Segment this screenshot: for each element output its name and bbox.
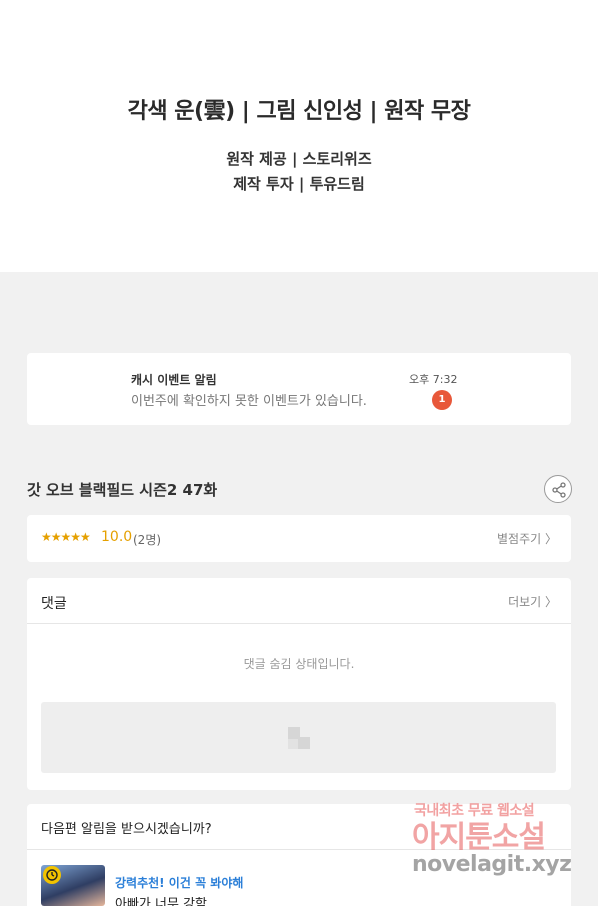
notification-badge: 1	[432, 390, 452, 410]
cash-event-notification[interactable]: 캐시 이벤트 알림 이번주에 확인하지 못한 이벤트가 있습니다. 오후 7:3…	[27, 353, 571, 425]
next-episode-panel: 다음편 알림을 받으시겠습니까? 강력추천! 이건 꼭 봐야해 아빠가 너무 강…	[27, 804, 571, 906]
comments-panel: 댓글 더보기 〉 댓글 숨김 상태입니다.	[27, 578, 571, 790]
next-episode-question: 다음편 알림을 받으시겠습니까?	[41, 822, 212, 837]
episode-credits: 각색 운(雲) | 그림 신인성 | 원작 무장 원작 제공 | 스토리위즈 제…	[0, 0, 598, 272]
recommendation-title[interactable]: 아빠가 너무 강함	[115, 893, 207, 906]
episode-title: 갓 오브 블랙필드 시즌2 47화	[27, 481, 218, 499]
credits-line-provider: 원작 제공 | 스토리위즈	[226, 150, 372, 168]
divider	[27, 623, 571, 624]
notification-title: 캐시 이벤트 알림	[131, 373, 217, 387]
notification-time: 오후 7:32	[409, 373, 458, 386]
share-icon	[552, 482, 566, 498]
credits-line-production: 제작 투자 | 투유드림	[233, 175, 365, 193]
comments-more-button[interactable]: 더보기 〉	[508, 593, 557, 610]
rating-score: 10.0	[101, 529, 133, 545]
credits-line-adaptation: 각색 운(雲) | 그림 신인성 | 원작 무장	[127, 99, 471, 124]
image-placeholder-icon	[288, 727, 310, 749]
rating-panel: ★★★★★ 10.0 (2명) 별점주기 〉	[27, 515, 571, 562]
rating-count: (2명)	[133, 533, 162, 547]
comments-hidden-message: 댓글 숨김 상태입니다.	[243, 657, 355, 671]
recommendation-label[interactable]: 강력추천! 이건 꼭 봐야해	[115, 874, 243, 891]
ad-placeholder[interactable]	[41, 702, 556, 773]
share-button[interactable]	[544, 475, 572, 503]
rate-button[interactable]: 별점주기 〉	[497, 530, 557, 547]
comments-heading: 댓글	[41, 596, 67, 612]
notification-body: 이번주에 확인하지 못한 이벤트가 있습니다.	[131, 394, 367, 409]
clock-icon	[43, 866, 61, 884]
star-rating-icon: ★★★★★	[41, 530, 91, 544]
divider	[27, 849, 571, 850]
